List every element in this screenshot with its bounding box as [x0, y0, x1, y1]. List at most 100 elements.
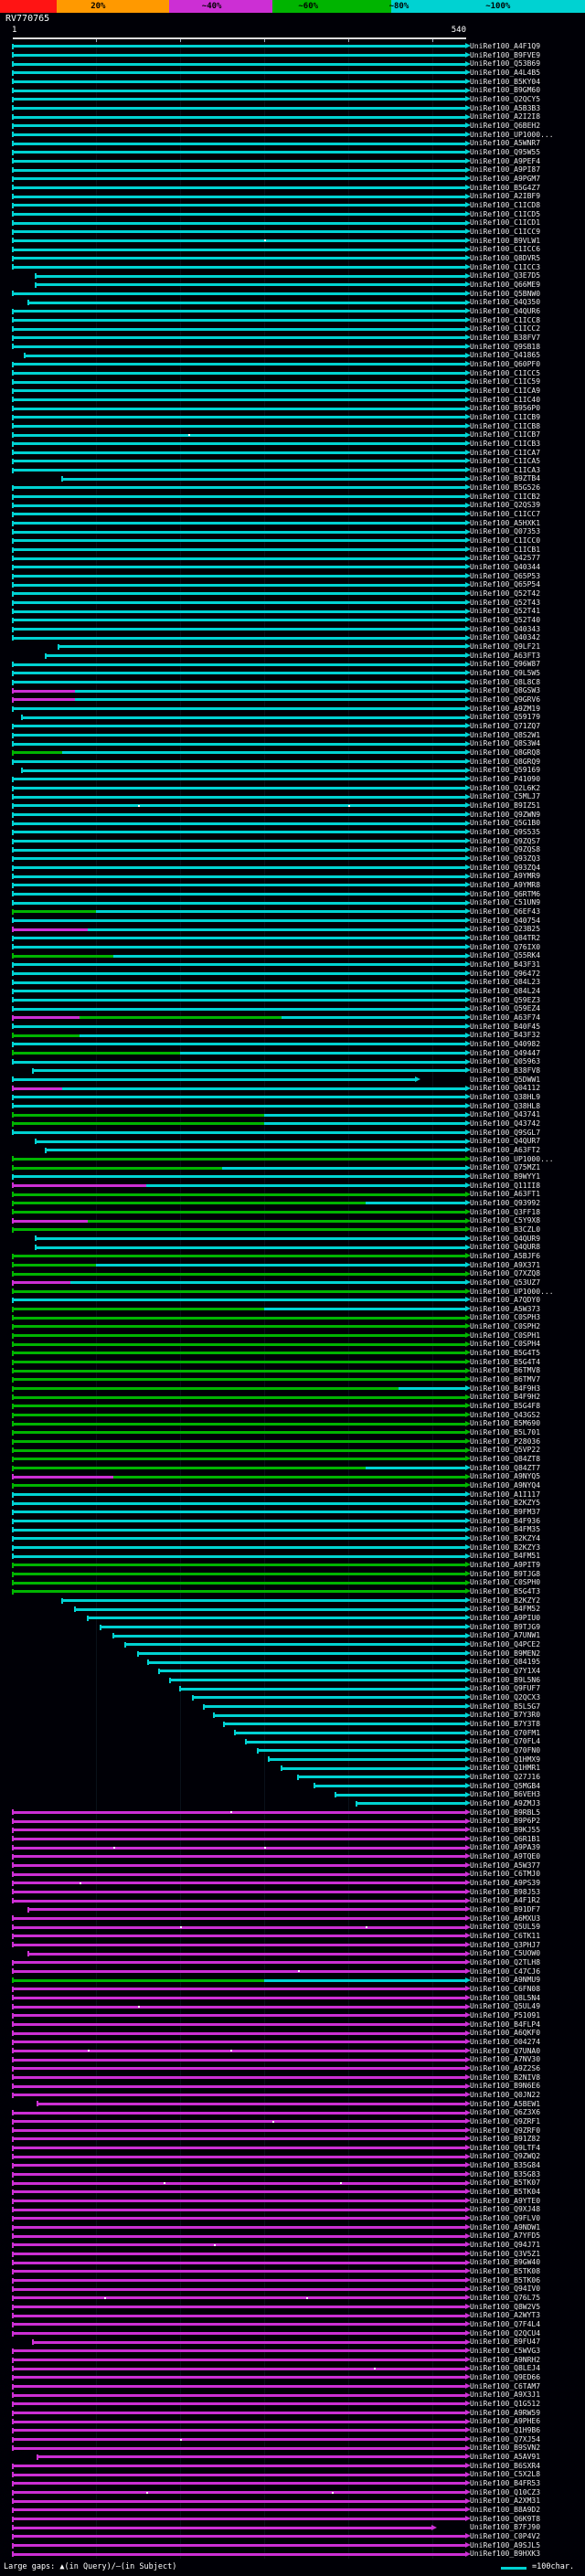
hit-bar-segment[interactable] — [13, 1308, 265, 1311]
hit-bar-segment[interactable] — [13, 106, 466, 110]
hit-bar-segment[interactable] — [13, 1219, 88, 1223]
hit-bar-segment[interactable] — [13, 742, 466, 746]
hit-label[interactable]: UniRef100_B9N6E6 — [470, 2082, 584, 2091]
hit-bar-segment[interactable] — [45, 1149, 466, 1152]
hit-bar-segment[interactable] — [87, 1219, 466, 1223]
hit-label[interactable]: UniRef100_Q59169 — [470, 766, 584, 775]
hit-label[interactable]: UniRef100_C5Y9X8 — [470, 1216, 584, 1225]
hit-label[interactable]: UniRef100_A6QKF0 — [470, 2029, 584, 2038]
hit-bar-segment[interactable] — [22, 769, 466, 772]
hit-bar-segment[interactable] — [13, 2049, 466, 2052]
hit-bar-segment[interactable] — [33, 1069, 466, 1073]
hit-bar-segment[interactable] — [13, 2420, 466, 2423]
hit-bar-segment[interactable] — [13, 2226, 466, 2230]
hit-label[interactable]: UniRef100_C1ICC9 — [470, 228, 584, 237]
hit-label[interactable]: UniRef100_A2IBF9 — [470, 192, 584, 201]
hit-label[interactable]: UniRef100_C1ICC7 — [470, 510, 584, 519]
hit-bar-segment[interactable] — [13, 142, 466, 145]
hit-label[interactable]: UniRef100_A9NYQ5 — [470, 1472, 584, 1481]
hit-bar-segment[interactable] — [13, 2137, 466, 2141]
hit-bar-segment[interactable] — [13, 1810, 466, 1814]
hit-bar-segment[interactable] — [13, 195, 466, 198]
hit-bar-segment[interactable] — [13, 230, 466, 234]
hit-bar-segment[interactable] — [13, 1872, 466, 1876]
hit-label[interactable]: UniRef100_B4FLP4 — [470, 2020, 584, 2030]
hit-label[interactable]: UniRef100_Q70FM1 — [470, 1729, 584, 1738]
hit-bar-segment[interactable] — [13, 1051, 181, 1055]
hit-label[interactable]: UniRef100_B5TK04 — [470, 2188, 584, 2197]
hit-bar-segment[interactable] — [13, 1511, 466, 1514]
hit-bar-segment[interactable] — [13, 530, 466, 534]
hit-label[interactable]: UniRef100_Q23B25 — [470, 925, 584, 934]
hit-label[interactable]: UniRef100_C51UN9 — [470, 898, 584, 907]
hit-label[interactable]: UniRef100_Q71ZQ7 — [470, 722, 584, 731]
hit-bar-segment[interactable] — [13, 672, 466, 675]
hit-label[interactable]: UniRef100_UP1000... — [470, 131, 584, 140]
hit-label[interactable]: UniRef100_Q70FN0 — [470, 1746, 584, 1755]
hit-label[interactable]: UniRef100_A63FT1 — [470, 1190, 584, 1199]
hit-bar-segment[interactable] — [13, 98, 466, 101]
hit-bar-segment[interactable] — [13, 265, 466, 269]
hit-label[interactable]: UniRef100_Q5DWW1 — [470, 1076, 584, 1085]
hit-bar-segment[interactable] — [13, 734, 466, 737]
hit-label[interactable]: UniRef100_C1ICA5 — [470, 457, 584, 466]
hit-label[interactable]: UniRef100_B9VLW1 — [470, 237, 584, 246]
hit-bar-segment[interactable] — [58, 645, 466, 649]
hit-label[interactable]: UniRef100_B5KY04 — [470, 78, 584, 87]
hit-label[interactable]: UniRef100_A9YTE0 — [470, 2197, 584, 2206]
hit-bar-segment[interactable] — [13, 336, 466, 340]
hit-bar-segment[interactable] — [22, 716, 466, 719]
hit-label[interactable]: UniRef100_B98J53 — [470, 1888, 584, 1897]
hit-label[interactable]: UniRef100_B35G83 — [470, 2170, 584, 2179]
hit-label[interactable]: UniRef100_C1ICB2 — [470, 493, 584, 502]
hit-bar-segment[interactable] — [13, 1352, 466, 1355]
hit-label[interactable]: UniRef100_Q59EZ4 — [470, 1004, 584, 1013]
hit-bar-segment[interactable] — [13, 1943, 466, 1946]
hit-label[interactable]: UniRef100_B9KJ55 — [470, 1826, 584, 1835]
hit-label[interactable]: UniRef100_Q5MGB4 — [470, 1782, 584, 1791]
hit-label[interactable]: UniRef100_Q9ZQS8 — [470, 845, 584, 854]
hit-bar-segment[interactable] — [13, 1342, 466, 1346]
hit-label[interactable]: UniRef100_B43F32 — [470, 1031, 584, 1040]
hit-bar-segment[interactable] — [13, 1263, 97, 1267]
hit-bar-segment[interactable] — [13, 1837, 466, 1840]
hit-label[interactable]: UniRef100_Q11II8 — [470, 1182, 584, 1191]
hit-bar-segment[interactable] — [13, 1405, 466, 1408]
hit-bar-segment[interactable] — [13, 1414, 466, 1417]
hit-label[interactable]: UniRef100_B4FM35 — [470, 1525, 584, 1534]
hit-bar-segment[interactable] — [13, 1440, 466, 1444]
hit-bar-segment[interactable] — [37, 2102, 466, 2105]
hit-bar-segment[interactable] — [159, 1670, 466, 1673]
hit-bar-segment[interactable] — [13, 2544, 466, 2547]
hit-label[interactable]: UniRef100_A7NV30 — [470, 2055, 584, 2064]
hit-bar-segment[interactable] — [13, 707, 466, 711]
hit-bar-segment[interactable] — [13, 186, 466, 189]
hit-label[interactable]: UniRef100_B5M690 — [470, 1419, 584, 1428]
hit-label[interactable]: UniRef100_B5TK07 — [470, 2178, 584, 2188]
hit-label[interactable]: UniRef100_Q8L8C8 — [470, 678, 584, 687]
hit-bar-segment[interactable] — [13, 1501, 466, 1505]
hit-bar-segment[interactable] — [13, 1130, 466, 1134]
hit-label[interactable]: UniRef100_C5UOW0 — [470, 1949, 584, 1958]
hit-bar-segment[interactable] — [13, 1467, 366, 1470]
hit-label[interactable]: UniRef100_Q53B69 — [470, 59, 584, 69]
hit-bar-segment[interactable] — [13, 1988, 466, 1991]
hit-bar-segment[interactable] — [13, 822, 466, 825]
hit-label[interactable]: UniRef100_A5W377 — [470, 1861, 584, 1871]
hit-bar-segment[interactable] — [13, 1395, 466, 1399]
hit-bar-segment[interactable] — [100, 1626, 466, 1629]
hit-bar-segment[interactable] — [13, 1325, 466, 1329]
hit-label[interactable]: UniRef100_C5MLJ7 — [470, 792, 584, 801]
hit-bar-segment[interactable] — [13, 1316, 466, 1320]
hit-bar-segment[interactable] — [13, 910, 97, 914]
hit-bar-segment[interactable] — [13, 1378, 466, 1382]
hit-bar-segment[interactable] — [13, 504, 466, 507]
hit-label[interactable]: UniRef100_Q8GSW3 — [470, 686, 584, 695]
hit-label[interactable]: UniRef100_P41090 — [470, 775, 584, 784]
hit-label[interactable]: UniRef100_C1IC40 — [470, 396, 584, 405]
hit-bar-segment[interactable] — [138, 1652, 466, 1656]
hit-bar-segment[interactable] — [13, 2385, 466, 2389]
hit-bar-segment[interactable] — [13, 2041, 466, 2044]
hit-label[interactable]: UniRef100_A9ZM19 — [470, 705, 584, 714]
hit-bar-segment[interactable] — [203, 1705, 466, 1708]
